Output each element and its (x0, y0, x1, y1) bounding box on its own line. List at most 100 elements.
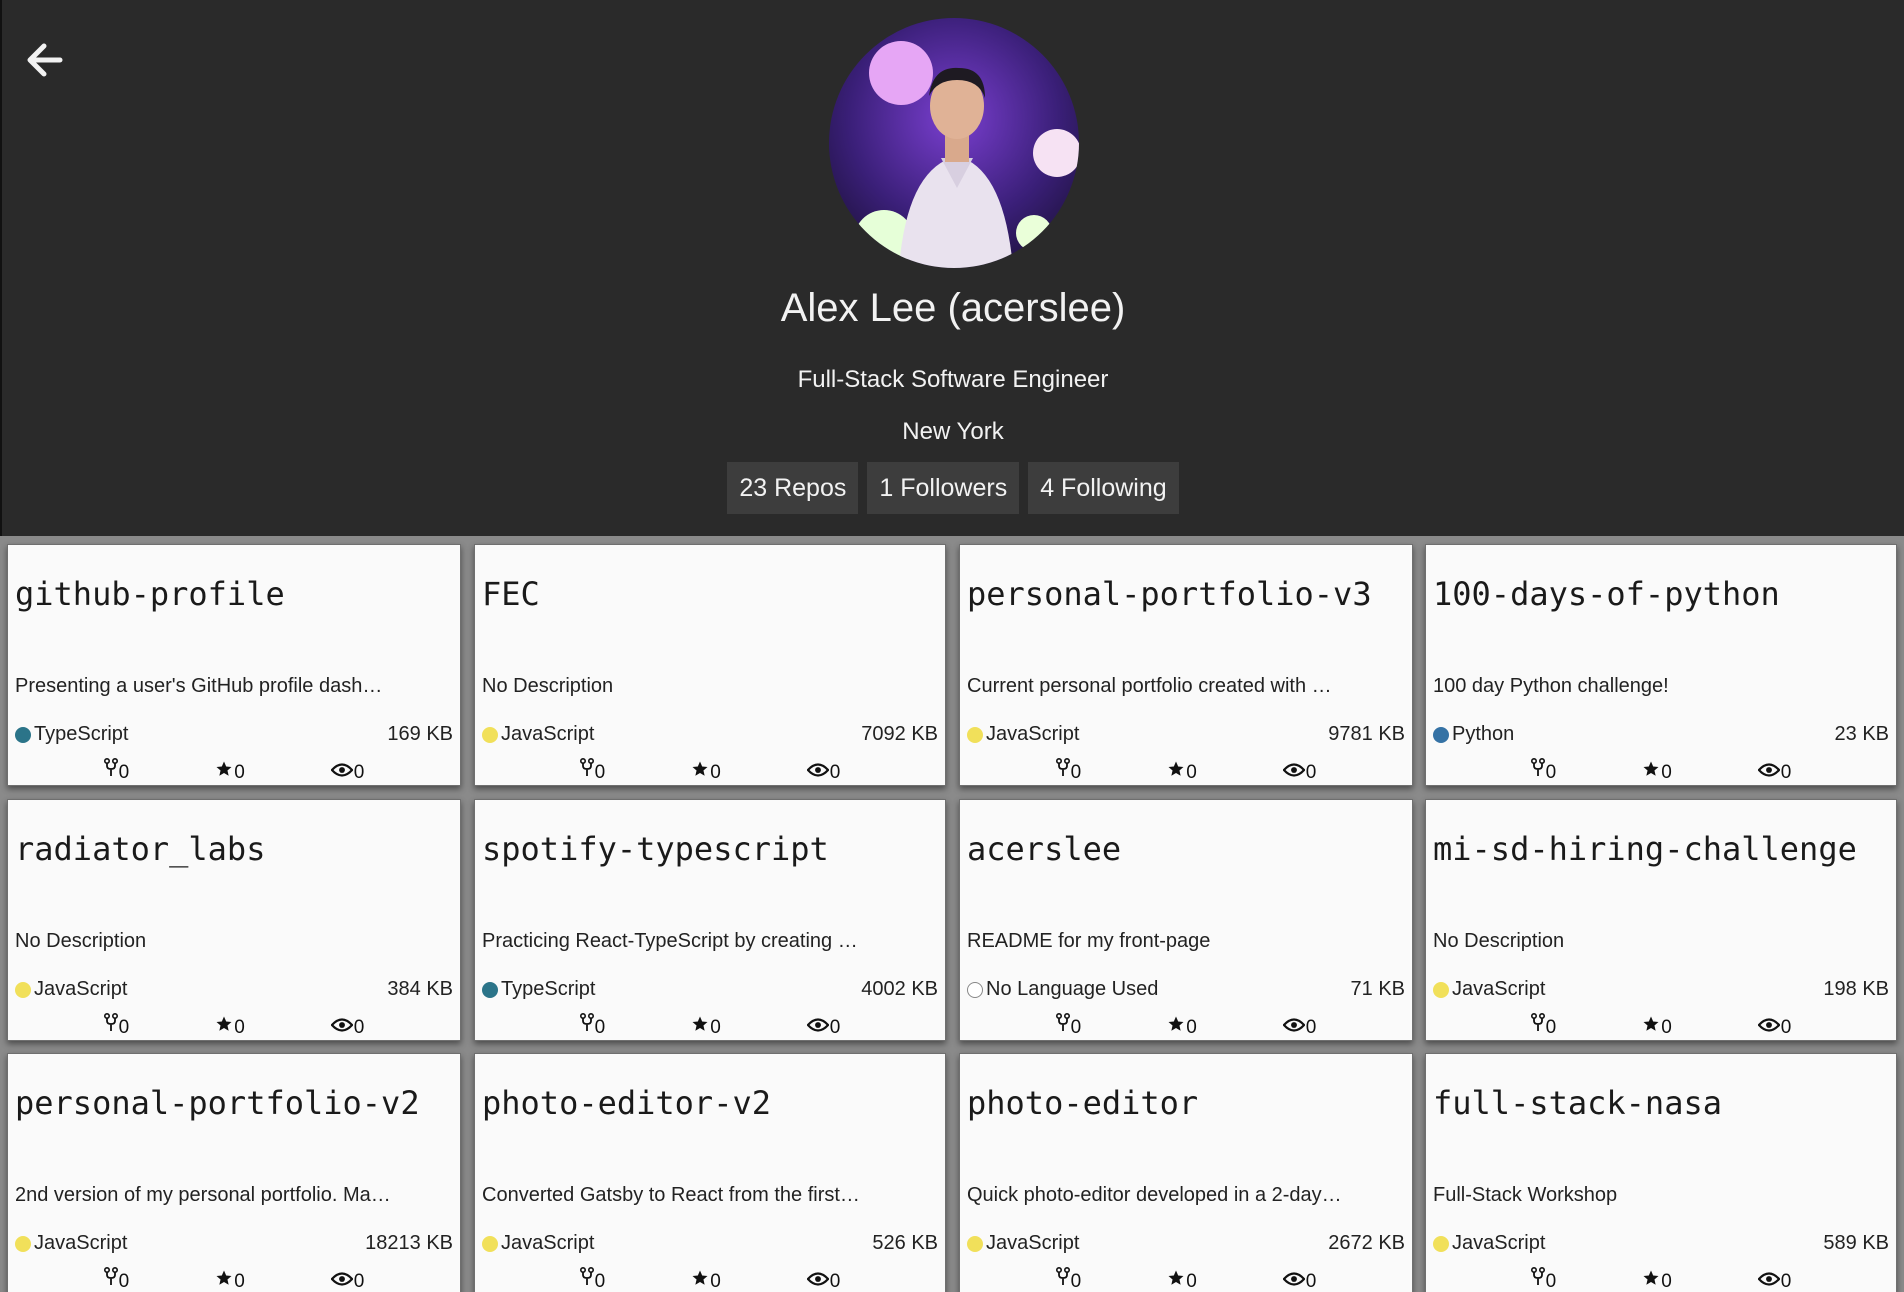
stars-stat: 0 (1167, 758, 1197, 784)
repo-size: 7092 KB (861, 723, 938, 745)
forks-count: 0 (118, 1017, 130, 1038)
fork-icon (103, 1266, 119, 1292)
repo-name[interactable]: photo-editor-v2 (482, 1084, 771, 1122)
stars-stat: 0 (1167, 1267, 1197, 1292)
star-icon (1642, 760, 1661, 784)
stars-stat: 0 (691, 1267, 721, 1292)
language-dot-icon (15, 1235, 31, 1252)
repo-size: 23 KB (1834, 723, 1889, 745)
back-arrow-icon[interactable] (24, 40, 64, 80)
watchers-stat: 0 (1282, 758, 1316, 784)
forks-stat: 0 (579, 1266, 606, 1292)
repo-description: Presenting a user's GitHub profile dash… (15, 675, 383, 697)
repo-name[interactable]: radiator_labs (15, 830, 265, 868)
repo-card[interactable]: photo-editor Quick photo-editor developed… (959, 1053, 1413, 1292)
eye-icon (1282, 762, 1306, 784)
repo-language-label: JavaScript (986, 1232, 1080, 1254)
forks-count: 0 (118, 1271, 130, 1292)
repo-card[interactable]: acerslee README for my front-page No Langu… (959, 799, 1413, 1041)
stars-count: 0 (1186, 1017, 1197, 1038)
eye-icon (806, 1017, 830, 1039)
repo-name[interactable]: mi-sd-hiring-challenge (1433, 830, 1857, 868)
watchers-count: 0 (829, 1271, 841, 1292)
profile-location: New York (902, 418, 1004, 445)
watchers-stat: 0 (330, 1013, 364, 1039)
repo-language: No Language Used (967, 978, 1158, 1001)
watchers-count: 0 (353, 762, 365, 783)
repo-name[interactable]: FEC (482, 575, 540, 613)
repo-size: 526 KB (872, 1232, 938, 1254)
forks-count: 0 (594, 1271, 606, 1292)
repo-card[interactable]: full-stack-nasa Full-Stack Workshop JavaSc… (1425, 1053, 1897, 1292)
following-count-button[interactable]: 4 Following (1028, 462, 1179, 514)
repo-stats: 0 0 0 (8, 1012, 460, 1039)
repo-name[interactable]: full-stack-nasa (1433, 1084, 1722, 1122)
eye-icon (1757, 1017, 1781, 1039)
repo-card[interactable]: github-profile Presenting a user's GitHub… (7, 544, 461, 786)
repo-language-label: TypeScript (34, 723, 129, 745)
language-dot-icon (482, 726, 498, 743)
repo-stats: 0 0 0 (8, 1266, 460, 1292)
fork-icon (1055, 757, 1071, 784)
star-icon (691, 760, 710, 784)
repo-name[interactable]: personal-portfolio-v2 (15, 1084, 420, 1122)
fork-icon (1055, 1266, 1071, 1292)
followers-count-button[interactable]: 1 Followers (867, 462, 1020, 514)
star-icon (215, 1269, 234, 1292)
repo-description: 2nd version of my personal portfolio. Ma… (15, 1184, 391, 1206)
repo-card[interactable]: personal-portfolio-v3 Current personal po… (959, 544, 1413, 786)
repo-stats: 0 0 0 (1426, 757, 1896, 784)
repo-description: No Description (1433, 930, 1565, 952)
repo-description: README for my front-page (967, 930, 1211, 952)
repo-language: JavaScript (967, 1232, 1079, 1255)
repo-language-label: JavaScript (986, 723, 1080, 745)
repo-size: 198 KB (1823, 978, 1889, 1000)
avatar (829, 18, 1079, 268)
stars-count: 0 (1186, 762, 1197, 783)
forks-stat: 0 (579, 757, 605, 784)
repo-name[interactable]: personal-portfolio-v3 (967, 575, 1372, 613)
repo-card[interactable]: mi-sd-hiring-challenge No Description Java… (1425, 799, 1897, 1041)
forks-stat: 0 (1530, 1266, 1556, 1292)
repo-card[interactable]: 100-days-of-python 100 day Python challen… (1425, 544, 1897, 786)
fork-icon (1055, 1012, 1071, 1039)
forks-stat: 0 (103, 1266, 130, 1292)
repo-size: 169 KB (387, 723, 453, 745)
repo-stats: 0 0 0 (960, 757, 1412, 784)
watchers-stat: 0 (806, 1267, 841, 1292)
stars-count: 0 (1186, 1271, 1197, 1292)
watchers-count: 0 (829, 1017, 841, 1038)
forks-count: 0 (594, 1017, 606, 1038)
stars-count: 0 (234, 1271, 245, 1292)
repo-language-label: TypeScript (501, 978, 596, 1000)
repo-language: JavaScript (15, 978, 127, 1001)
repo-card[interactable]: photo-editor-v2 Converted Gatsby to React… (474, 1053, 946, 1292)
repo-stats: 0 0 0 (475, 757, 945, 784)
star-icon (1642, 1015, 1661, 1039)
repo-card[interactable]: FEC No Description JavaScript 7092 KB 0 0 0 (474, 544, 946, 786)
repo-language: JavaScript (1433, 978, 1545, 1001)
repos-count-button[interactable]: 23 Repos (727, 462, 859, 514)
stars-count: 0 (234, 762, 245, 783)
repo-card[interactable]: spotify-typescript Practicing React-TypeS… (474, 799, 946, 1041)
stars-stat: 0 (691, 1013, 721, 1039)
language-dot-icon (1433, 1235, 1449, 1252)
repo-description: Current personal portfolio created with … (967, 675, 1332, 697)
repo-description: Converted Gatsby to React from the first… (482, 1184, 860, 1206)
repo-grid: github-profile Presenting a user's GitHub… (0, 536, 1904, 1292)
repo-language: TypeScript (482, 978, 595, 1001)
repo-name[interactable]: photo-editor (967, 1084, 1198, 1122)
forks-count: 0 (1070, 762, 1082, 783)
repo-name[interactable]: spotify-typescript (482, 830, 829, 868)
profile-title: Full-Stack Software Engineer (797, 366, 1109, 393)
repo-name[interactable]: 100-days-of-python (1433, 575, 1780, 613)
repo-card[interactable]: radiator_labs No Description JavaScript 384… (7, 799, 461, 1041)
profile-header: Alex Lee (acerslee) Full-Stack Software … (0, 0, 1904, 536)
repo-language: JavaScript (482, 723, 594, 746)
star-icon (1167, 760, 1186, 784)
eye-icon (1757, 1271, 1781, 1292)
forks-stat: 0 (1055, 1266, 1081, 1292)
repo-name[interactable]: github-profile (15, 575, 285, 613)
repo-card[interactable]: personal-portfolio-v2 2nd version of my p… (7, 1053, 461, 1292)
repo-name[interactable]: acerslee (967, 830, 1121, 868)
